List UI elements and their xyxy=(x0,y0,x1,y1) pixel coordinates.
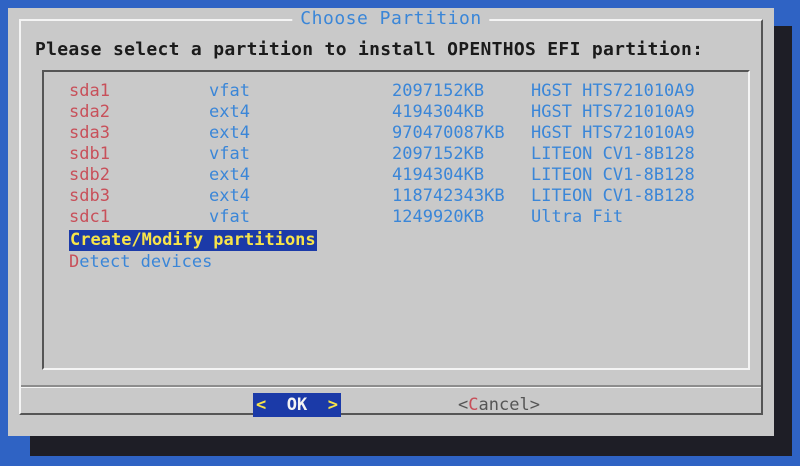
partition-model: LITEON CV1-8B128 xyxy=(531,144,695,164)
detect-devices-item[interactable]: Detect devices xyxy=(69,252,212,273)
partition-model: HGST HTS721010A9 xyxy=(531,81,695,101)
choose-partition-dialog: Choose Partition Please select a partiti… xyxy=(8,8,774,436)
partition-name: sda1 xyxy=(69,81,110,101)
partition-model: Ultra Fit xyxy=(531,207,624,227)
cancel-button[interactable]: <Cancel> xyxy=(458,393,540,417)
partition-name: sdb1 xyxy=(69,144,110,164)
partition-filesystem: ext4 xyxy=(209,102,250,122)
partition-filesystem: ext4 xyxy=(209,123,250,143)
dialog-title: Choose Partition xyxy=(292,8,490,30)
partition-name: sdb3 xyxy=(69,186,110,206)
partition-filesystem: ext4 xyxy=(209,165,250,185)
create-modify-partitions-item[interactable]: Create/Modify partitions xyxy=(69,230,317,251)
partition-size: 1249920KB xyxy=(392,207,485,227)
dialog-prompt: Please select a partition to install OPE… xyxy=(35,39,704,60)
ok-button[interactable]: < OK > xyxy=(253,393,341,417)
partition-name: sdc1 xyxy=(69,207,110,227)
left-bracket: < xyxy=(256,395,267,415)
partition-size: 118742343KB xyxy=(392,186,505,206)
button-separator xyxy=(21,385,761,388)
partition-name: sda2 xyxy=(69,102,110,122)
partition-size: 4194304KB xyxy=(392,165,485,185)
partition-model: HGST HTS721010A9 xyxy=(531,102,695,122)
partition-filesystem: ext4 xyxy=(209,186,250,206)
right-bracket: > xyxy=(327,395,338,415)
ok-label: OK xyxy=(286,395,308,415)
partition-filesystem: vfat xyxy=(209,144,250,164)
hotkey-letter: C xyxy=(468,395,479,415)
menu-item-label: reate/Modify partitions xyxy=(80,230,316,250)
partition-list[interactable]: sda1 vfat 2097152KB HGST HTS721010A9 sda… xyxy=(42,70,750,370)
partition-size: 4194304KB xyxy=(392,102,485,122)
hotkey-letter: D xyxy=(69,252,80,272)
partition-size: 2097152KB xyxy=(392,81,485,101)
partition-model: HGST HTS721010A9 xyxy=(531,123,695,143)
partition-size: 2097152KB xyxy=(392,144,485,164)
partition-filesystem: vfat xyxy=(209,81,250,101)
partition-model: LITEON CV1-8B128 xyxy=(531,165,695,185)
partition-name: sda3 xyxy=(69,123,110,143)
partition-filesystem: vfat xyxy=(209,207,250,227)
right-bracket: > xyxy=(529,395,540,415)
left-bracket: < xyxy=(458,395,469,415)
hotkey-letter: C xyxy=(70,230,81,250)
partition-model: LITEON CV1-8B128 xyxy=(531,186,695,206)
partition-size: 970470087KB xyxy=(392,123,505,143)
menu-item-label: etect devices xyxy=(79,252,213,272)
cancel-label: ancel xyxy=(478,395,530,415)
partition-name: sdb2 xyxy=(69,165,110,185)
